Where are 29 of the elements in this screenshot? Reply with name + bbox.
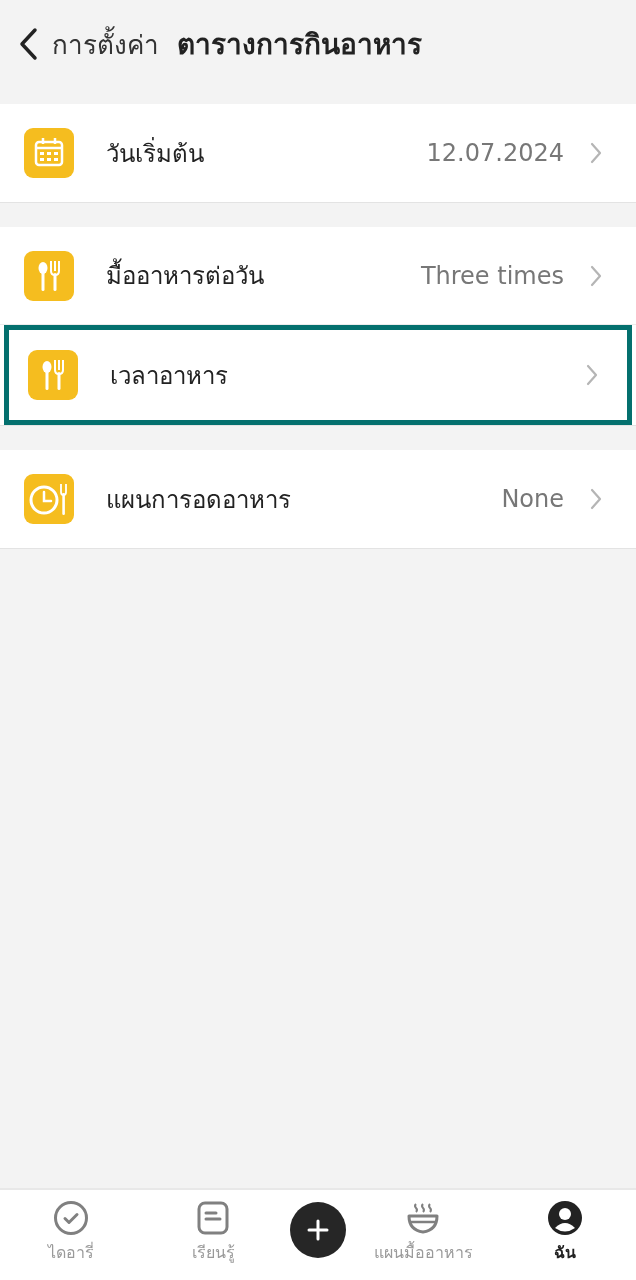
profile-icon [547, 1200, 583, 1236]
clock-fork-icon [24, 474, 74, 524]
settings-row[interactable]: เวลาอาหาร [4, 325, 632, 425]
plus-icon [306, 1218, 330, 1242]
steaming-bowl-icon [405, 1200, 441, 1236]
settings-row[interactable]: แผนการอดอาหาร None [0, 450, 636, 548]
settings-row[interactable]: วันเริ่มต้น 12.07.2024 [0, 104, 636, 202]
check-circle-icon [53, 1200, 89, 1236]
row-value: 12.07.2024 [426, 139, 564, 167]
spoon-fork-icon [28, 350, 78, 400]
calendar-icon [24, 128, 74, 178]
add-button[interactable] [290, 1202, 346, 1258]
row-label: เวลาอาหาร [110, 360, 229, 392]
spoon-fork-icon [24, 250, 74, 301]
chevron-right-icon [586, 364, 598, 386]
nav-tab[interactable]: ฉัน [500, 1200, 630, 1265]
settings-row[interactable]: มื้ออาหารต่อวัน Three times [0, 227, 636, 325]
note-icon [195, 1200, 231, 1236]
chevron-right-icon [590, 264, 602, 287]
back-button[interactable]: การตั้งค่า [18, 23, 159, 65]
row-value: None [501, 485, 564, 513]
row-label: มื้ออาหารต่อวัน [106, 256, 421, 295]
row-label: แผนการอดอาหาร [106, 484, 292, 516]
chevron-right-icon [590, 488, 602, 510]
row-label: วันเริ่มต้น [106, 136, 205, 170]
page-title: ตารางการกินอาหาร [177, 27, 422, 63]
back-icon [18, 27, 38, 61]
row-value: Three times [420, 261, 564, 290]
chevron-right-icon [590, 142, 602, 164]
